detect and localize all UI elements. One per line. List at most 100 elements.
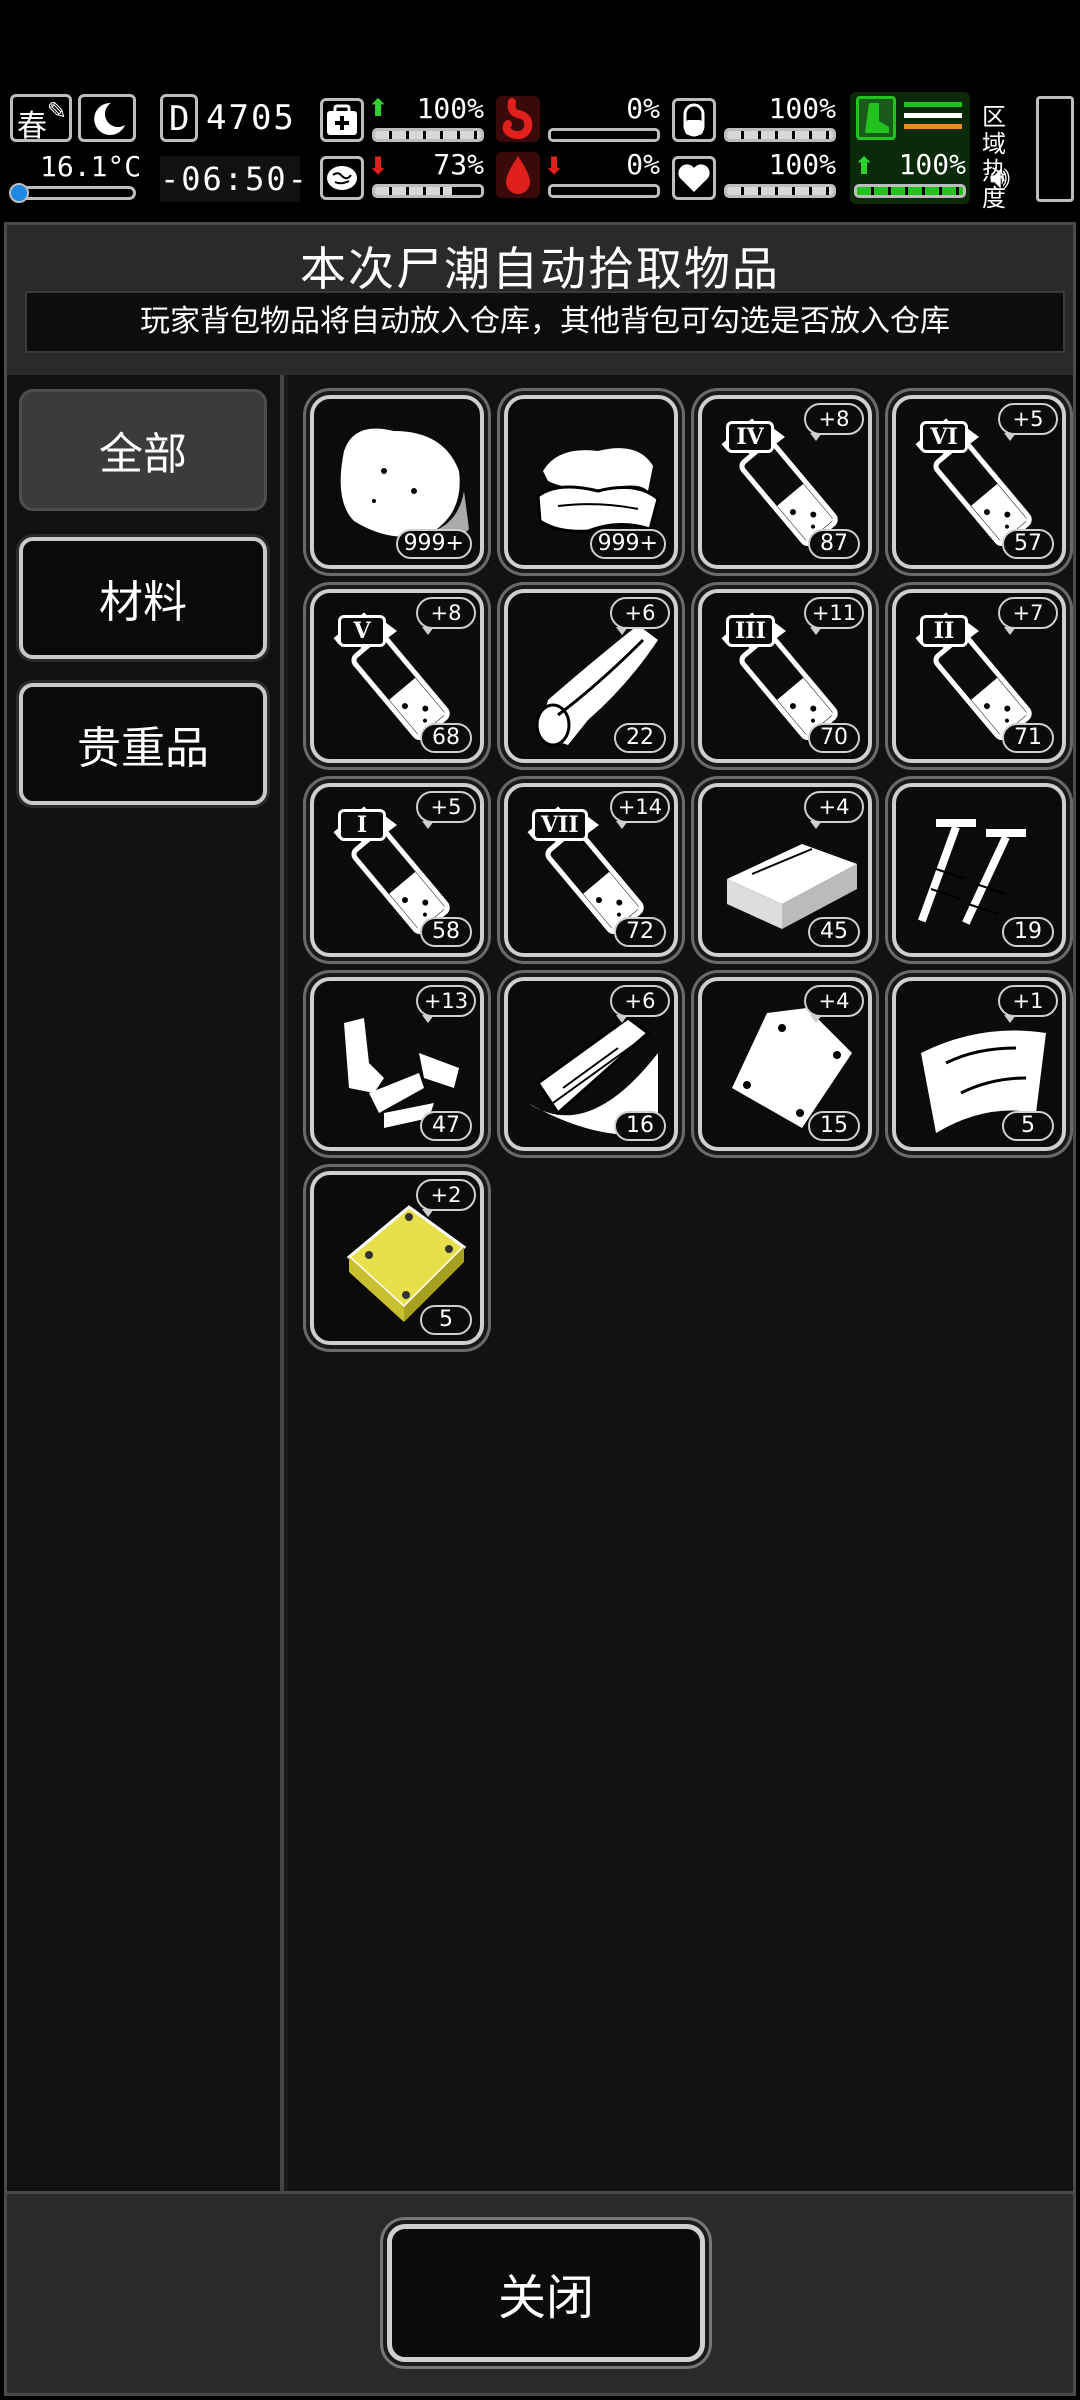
boot-icon	[856, 96, 896, 140]
item-bonus-badge: +4	[804, 985, 864, 1023]
item-tier-badge: I	[338, 809, 397, 841]
sanity-bar	[372, 184, 484, 198]
page-title: 本次尸潮自动拾取物品	[300, 242, 780, 296]
stamina-panel[interactable]: ⬆ 100%	[850, 92, 970, 204]
tab-all-label: 全部	[99, 429, 187, 480]
item-bonus-badge: +4	[804, 791, 864, 829]
item-quantity: 47	[420, 1111, 472, 1141]
item-grid: 999+ 999+ IV +8 87 VI +5 57 V +8 68 +6 22 III +11 70 II +…	[288, 375, 1073, 2191]
first-aid-icon[interactable]	[320, 98, 364, 142]
item-slot[interactable]: III +11 70	[698, 589, 872, 763]
thirst-value: 0%	[626, 148, 660, 181]
item-quantity: 87	[808, 529, 860, 559]
item-bonus-badge: +13	[416, 985, 476, 1023]
tab-materials[interactable]: 材料	[19, 537, 267, 659]
category-sidebar: 全部 材料 贵重品	[7, 375, 284, 2191]
item-slot[interactable]: V +8 68	[310, 589, 484, 763]
item-tier-badge: III	[726, 615, 786, 647]
health-bar	[372, 128, 484, 142]
item-quantity: 45	[808, 917, 860, 947]
item-bonus-badge: +7	[998, 597, 1058, 635]
item-quantity: 71	[1002, 723, 1054, 753]
item-bonus-badge: +1	[998, 985, 1058, 1023]
tab-valuables-label: 贵重品	[77, 723, 209, 774]
heart-icon[interactable]	[672, 156, 716, 200]
item-tier-badge: IV	[726, 421, 785, 453]
medicine-value: 100%	[768, 92, 836, 125]
season-label: 春	[17, 109, 47, 144]
item-quantity: 5	[1002, 1111, 1054, 1141]
tab-valuables[interactable]: 贵重品	[19, 683, 267, 805]
item-quantity: 999+	[395, 529, 472, 559]
item-bonus-badge: +5	[998, 403, 1058, 441]
item-quantity: 5	[420, 1305, 472, 1335]
close-button[interactable]: 关闭	[387, 2224, 705, 2362]
item-bonus-badge: +14	[610, 791, 670, 829]
item-slot[interactable]: I +5 58	[310, 783, 484, 957]
hunger-value: 0%	[626, 92, 660, 125]
item-quantity: 57	[1002, 529, 1054, 559]
day-counter: 4705	[206, 98, 296, 138]
item-bonus-badge: +11	[804, 597, 864, 635]
feather-icon: ✎	[46, 97, 67, 125]
item-slot[interactable]: 19	[892, 783, 1066, 957]
item-slot[interactable]: +2 5	[310, 1171, 484, 1345]
speed-lines-icon	[904, 102, 962, 129]
close-button-label: 关闭	[497, 2270, 594, 2326]
item-quantity: 19	[1002, 917, 1054, 947]
item-bonus-badge: +5	[416, 791, 476, 829]
item-slot[interactable]: VI +5 57	[892, 395, 1066, 569]
sanity-value: 73%	[433, 148, 484, 181]
stomach-icon[interactable]	[496, 96, 540, 142]
item-quantity: 72	[614, 917, 666, 947]
medicine-bar	[724, 128, 836, 142]
hunger-bar	[548, 128, 660, 142]
item-quantity: 58	[420, 917, 472, 947]
panel-header: 本次尸潮自动拾取物品 玩家背包物品将自动放入仓库，其他背包可勾选是否放入仓库	[7, 225, 1073, 375]
item-slot[interactable]: +13 47	[310, 977, 484, 1151]
tab-materials-label: 材料	[99, 577, 187, 628]
item-bonus-badge: +8	[416, 597, 476, 635]
health-value: 100%	[416, 92, 484, 125]
status-hud: 春 ✎ 16.1°C D 4705 -06:50- ⬆ 100% 0% 100%…	[0, 86, 1080, 216]
item-slot[interactable]: 999+	[310, 395, 484, 569]
day-icon: D	[160, 94, 198, 142]
mood-value: 100%	[768, 148, 836, 181]
stamina-bar	[854, 184, 966, 198]
item-bonus-badge: +2	[416, 1179, 476, 1217]
item-slot[interactable]: VII +14 72	[504, 783, 678, 957]
season-badge[interactable]: 春 ✎	[10, 94, 72, 144]
auto-pickup-panel: 本次尸潮自动拾取物品 玩家背包物品将自动放入仓库，其他背包可勾选是否放入仓库 全…	[4, 222, 1076, 2396]
item-quantity: 16	[614, 1111, 666, 1141]
pill-icon[interactable]	[672, 98, 716, 142]
panel-footer: 关闭	[7, 2191, 1073, 2393]
item-tier-badge: VII	[532, 809, 599, 841]
tab-all[interactable]: 全部	[19, 389, 267, 511]
item-tier-badge: VI	[920, 421, 979, 453]
item-bonus-badge: +8	[804, 403, 864, 441]
item-tier-badge: II	[920, 615, 979, 647]
item-quantity: 999+	[589, 529, 666, 559]
mood-bar	[724, 184, 836, 198]
blood-drop-icon[interactable]	[496, 152, 540, 198]
item-quantity: 15	[808, 1111, 860, 1141]
stamina-value: 100%	[898, 148, 966, 181]
item-slot[interactable]: +4 15	[698, 977, 872, 1151]
item-slot[interactable]: II +7 71	[892, 589, 1066, 763]
item-slot[interactable]: 999+	[504, 395, 678, 569]
item-tier-badge: V	[338, 615, 397, 647]
clock-readout: -06:50-	[160, 156, 307, 202]
speaker-icon[interactable]: 🔊︎	[990, 158, 1010, 197]
brain-icon[interactable]	[320, 156, 364, 200]
zone-heat-meter	[1036, 96, 1074, 202]
item-bonus-badge: +6	[610, 597, 670, 635]
item-slot[interactable]: +6 16	[504, 977, 678, 1151]
item-bonus-badge: +6	[610, 985, 670, 1023]
item-slot[interactable]: IV +8 87	[698, 395, 872, 569]
item-quantity: 68	[420, 723, 472, 753]
item-slot[interactable]: +1 5	[892, 977, 1066, 1151]
item-slot[interactable]: +4 45	[698, 783, 872, 957]
item-quantity: 70	[808, 723, 860, 753]
item-slot[interactable]: +6 22	[504, 589, 678, 763]
moon-icon[interactable]	[78, 94, 136, 142]
